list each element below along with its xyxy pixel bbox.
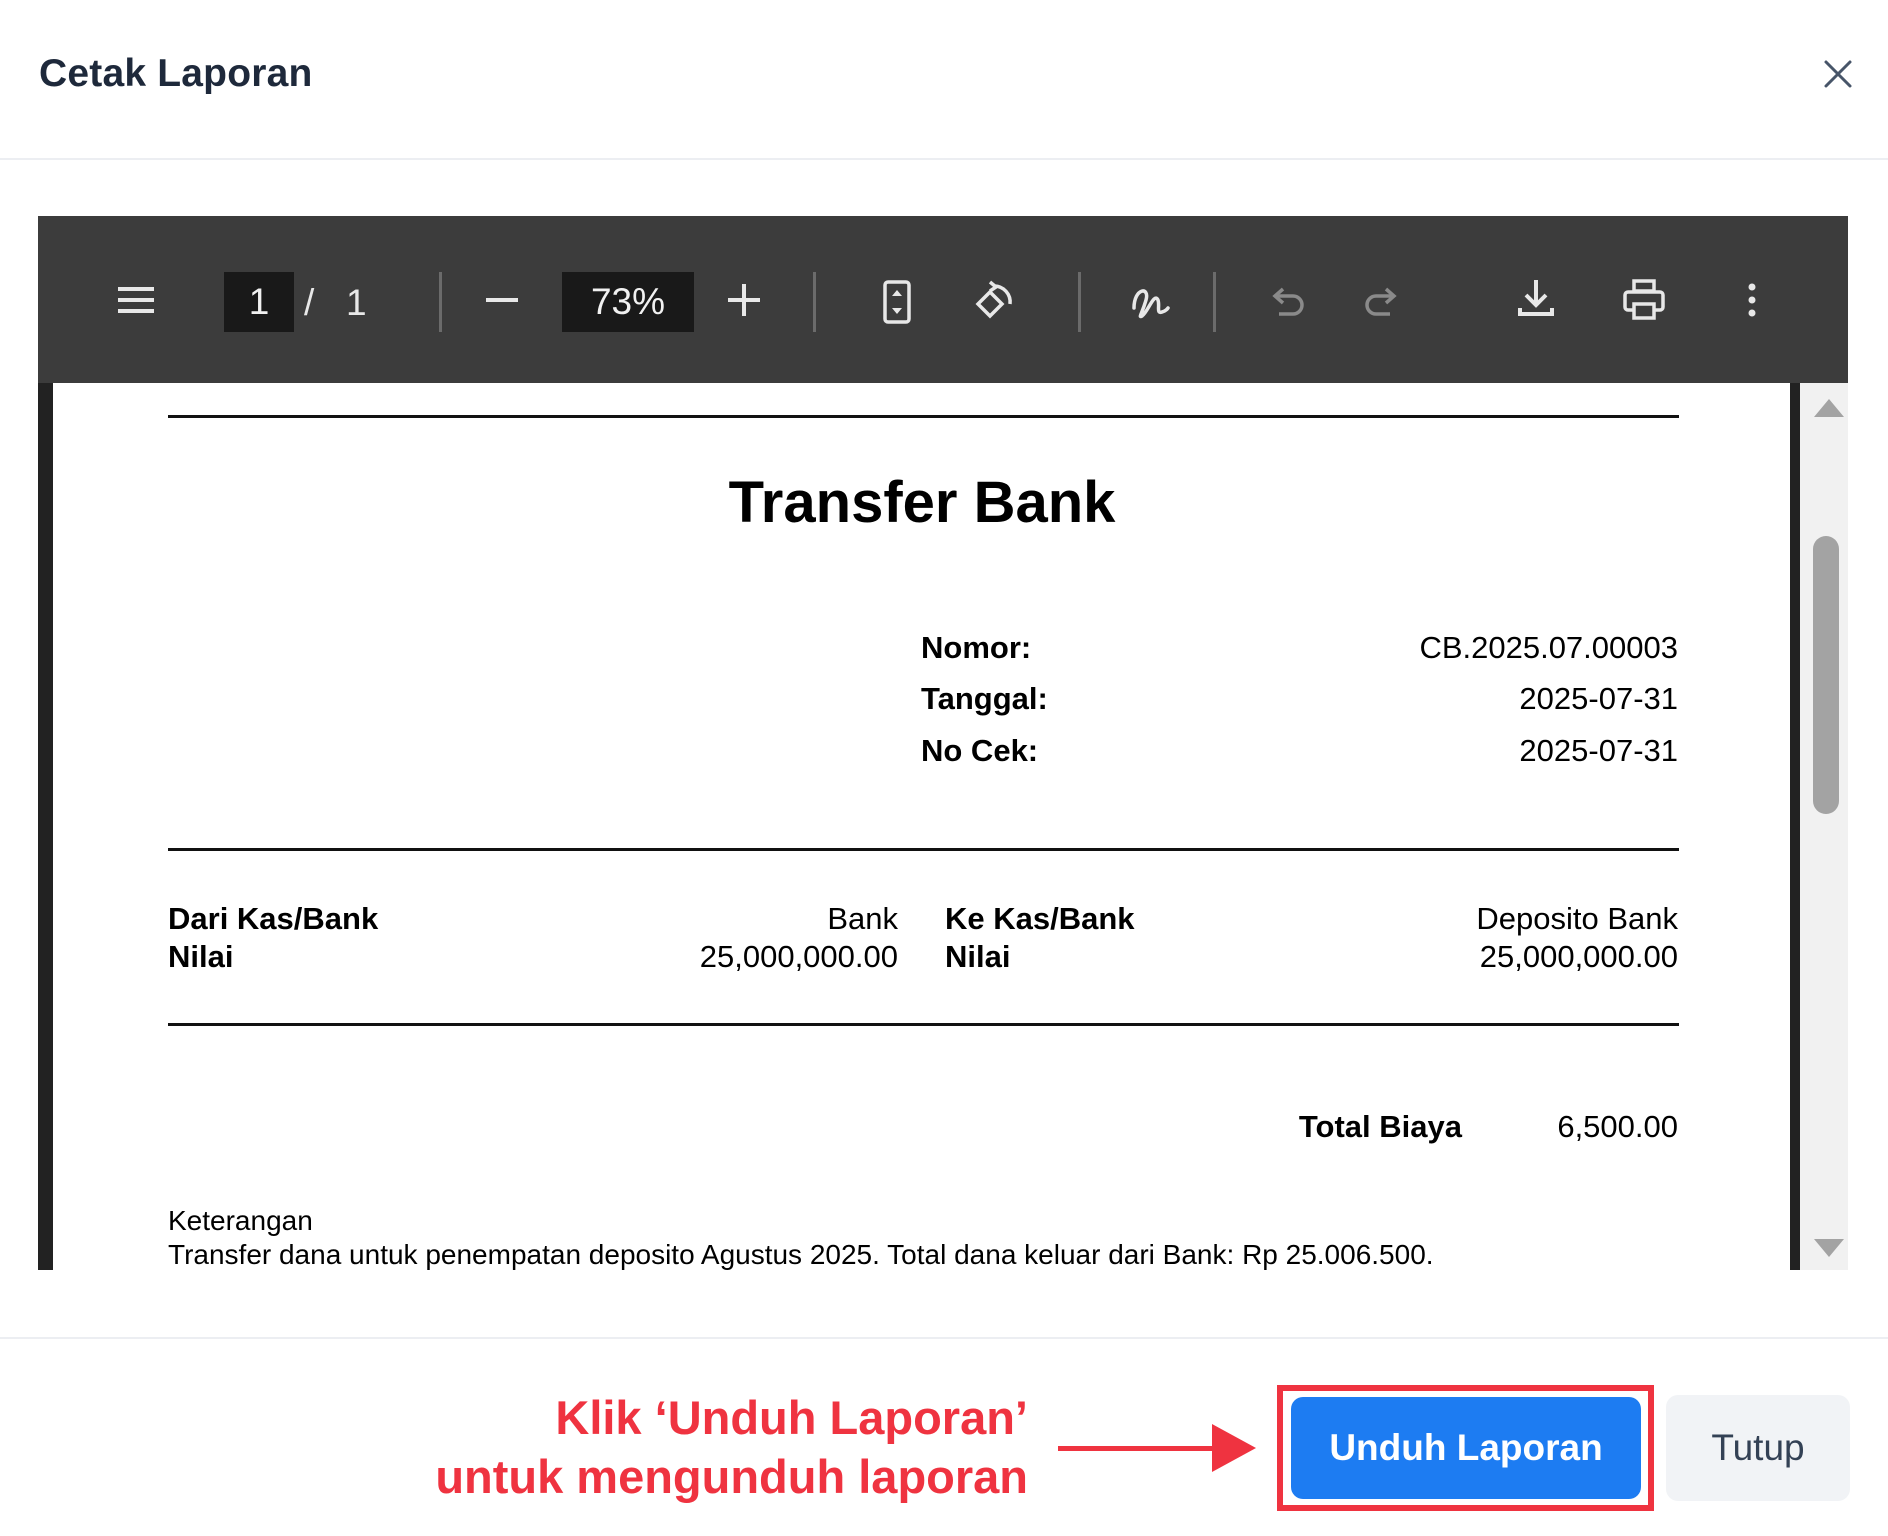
download-report-button[interactable]: Unduh Laporan [1291,1397,1641,1499]
total-pages: 1 [346,282,367,323]
close-button[interactable]: Tutup [1666,1395,1850,1501]
document-area: Transfer Bank Nomor: CB.2025.07.00003 Ta… [38,383,1848,1270]
rotate-icon[interactable] [964,274,1020,330]
from-account-label: Dari Kas/Bank [168,901,379,936]
from-amount-label: Nilai [168,939,234,974]
scroll-down-icon[interactable] [1814,1239,1844,1257]
annotation-line-1: Klik ‘Unduh Laporan’ [555,1391,1028,1444]
modal-header: Cetak Laporan [0,0,1888,160]
divider [168,848,1679,851]
annotation-arrow-head [1212,1424,1256,1472]
print-icon[interactable] [1616,272,1672,328]
to-account-label: Ke Kas/Bank [945,901,1135,936]
to-amount-value: 25,000,000.00 [1479,939,1678,974]
from-amount-value: 25,000,000.00 [699,939,898,974]
close-icon[interactable] [1820,56,1856,92]
meta-label-nomor: Nomor: [921,630,1032,665]
annotation-arrow [1058,1446,1218,1451]
page-separator: / [304,282,315,323]
more-vertical-icon[interactable] [1724,272,1780,328]
document-page: Transfer Bank Nomor: CB.2025.07.00003 Ta… [52,383,1790,1270]
menu-icon[interactable] [108,272,164,328]
total-fee-value: 6,500.00 [1557,1109,1678,1144]
minus-icon[interactable] [474,272,530,328]
toolbar-divider [1213,272,1216,332]
plus-icon[interactable] [716,272,772,328]
meta-value-tanggal: 2025-07-31 [1519,681,1678,716]
scrollbar-thumb[interactable] [1813,536,1839,814]
page-shadow [38,383,52,1270]
divider [168,1023,1679,1026]
scrollbar-track[interactable] [1800,383,1848,1270]
meta-label-no-cek: No Cek: [921,733,1039,768]
meta-label-tanggal: Tanggal: [921,681,1048,716]
toolbar-divider [439,272,442,332]
download-icon[interactable] [1508,270,1564,326]
annotation-line-2: untuk mengunduh laporan [435,1450,1028,1503]
zoom-level-input[interactable]: 73% [562,272,694,332]
toolbar-divider [1078,272,1081,332]
pdf-viewer: 1 / 1 73% Transfer Bank Nomor: CB.2025.0… [38,216,1848,1270]
notes-text: Transfer dana untuk penempatan deposito … [168,1239,1434,1270]
page-number-input[interactable]: 1 [224,272,294,332]
redo-icon[interactable] [1354,274,1410,330]
toolbar-divider [813,272,816,332]
page-shadow [1790,383,1800,1270]
pdf-toolbar: 1 / 1 73% [38,216,1848,383]
from-account-value: Bank [827,901,898,936]
meta-value-no-cek: 2025-07-31 [1519,733,1678,768]
notes-label: Keterangan [168,1205,313,1236]
meta-value-nomor: CB.2025.07.00003 [1419,630,1678,665]
undo-icon[interactable] [1259,274,1315,330]
to-amount-label: Nilai [945,939,1011,974]
pen-icon[interactable] [1122,274,1178,330]
fit-page-icon[interactable] [869,274,925,330]
modal-title: Cetak Laporan [39,52,313,95]
scroll-up-icon[interactable] [1814,399,1844,417]
document-title: Transfer Bank [728,470,1116,535]
to-account-value: Deposito Bank [1476,901,1678,936]
total-fee-label: Total Biaya [1298,1109,1462,1144]
divider [168,415,1679,418]
